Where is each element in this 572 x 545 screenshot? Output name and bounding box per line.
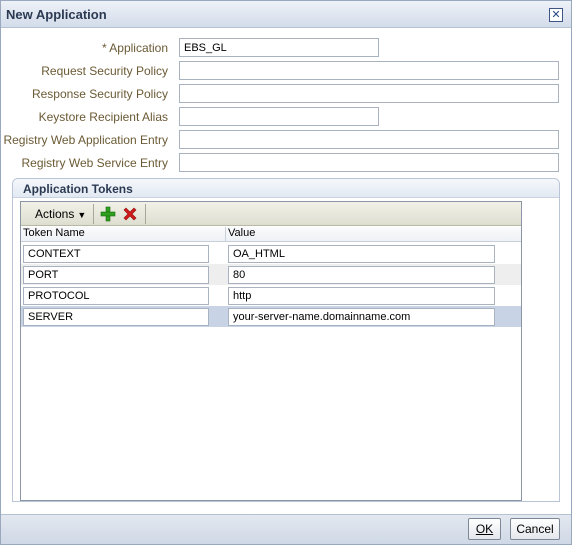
actions-label: Actions <box>35 207 75 221</box>
cancel-label: Cancel <box>516 522 554 536</box>
registry-web-service-entry-input[interactable] <box>179 153 559 172</box>
request-security-policy-label: Request Security Policy <box>41 64 168 78</box>
application-tokens-header: Application Tokens <box>13 179 559 198</box>
ok-button[interactable]: OK <box>468 518 501 540</box>
column-header-value[interactable]: Value <box>226 227 521 242</box>
column-header-token-name[interactable]: Token Name <box>21 227 226 242</box>
cancel-button[interactable]: Cancel <box>510 518 560 540</box>
tokens-table: Actions ▼ Token Name Value CONTEXT OA_HT… <box>20 201 522 501</box>
toolbar-separator <box>145 204 146 224</box>
token-value-cell[interactable] <box>228 245 495 263</box>
keystore-recipient-alias-input[interactable] <box>179 107 379 126</box>
token-value-cell[interactable] <box>228 266 495 284</box>
response-security-policy-label: Response Security Policy <box>31 87 168 101</box>
application-input[interactable] <box>179 38 379 57</box>
application-tokens-section: Application Tokens Actions ▼ Token Name … <box>12 178 560 502</box>
keystore-recipient-alias-label: Keystore Recipient Alias <box>38 110 168 124</box>
add-icon[interactable] <box>99 205 117 223</box>
new-application-dialog: New Application ✕ * Application Request … <box>0 0 572 545</box>
close-button[interactable]: ✕ <box>549 8 563 22</box>
application-row: * Application <box>1 38 571 58</box>
registry-web-service-entry-row: Registry Web Service Entry <box>1 153 571 173</box>
table-row[interactable] <box>21 285 521 306</box>
table-row-selected[interactable] <box>21 306 521 327</box>
delete-icon[interactable] <box>121 205 139 223</box>
caret-down-icon: ▼ <box>77 210 87 220</box>
request-security-policy-input[interactable] <box>179 61 559 80</box>
token-name-cell[interactable] <box>23 308 209 326</box>
response-security-policy-input[interactable] <box>179 84 559 103</box>
table-row[interactable] <box>21 264 521 285</box>
dialog-titlebar: New Application ✕ <box>1 1 571 28</box>
request-security-policy-row: Request Security Policy <box>1 61 571 81</box>
application-label: * Application <box>102 41 168 55</box>
required-marker: * <box>101 41 107 55</box>
token-name-cell[interactable] <box>23 287 209 305</box>
registry-web-service-entry-label: Registry Web Service Entry <box>21 156 169 170</box>
tokens-toolbar: Actions ▼ <box>21 202 521 226</box>
registry-web-application-entry-input[interactable] <box>179 130 559 149</box>
dialog-title: New Application <box>6 7 107 22</box>
ok-label: OK <box>475 522 494 536</box>
token-name-cell[interactable] <box>23 266 209 284</box>
token-value-cell[interactable] <box>228 308 495 326</box>
actions-menu-button[interactable]: Actions ▼ <box>27 205 94 223</box>
close-icon: ✕ <box>551 8 561 21</box>
registry-web-application-entry-label: Registry Web Application Entry <box>3 133 168 147</box>
registry-web-application-entry-row: Registry Web Application Entry <box>1 130 571 150</box>
token-value-cell[interactable] <box>228 287 495 305</box>
toolbar-separator <box>93 204 94 224</box>
response-security-policy-row: Response Security Policy <box>1 84 571 104</box>
token-name-cell[interactable] <box>23 245 209 263</box>
table-row[interactable] <box>21 243 521 264</box>
dialog-footer: OK Cancel <box>1 514 571 544</box>
application-label-text: Application <box>109 41 168 55</box>
keystore-recipient-alias-row: Keystore Recipient Alias <box>1 107 571 127</box>
